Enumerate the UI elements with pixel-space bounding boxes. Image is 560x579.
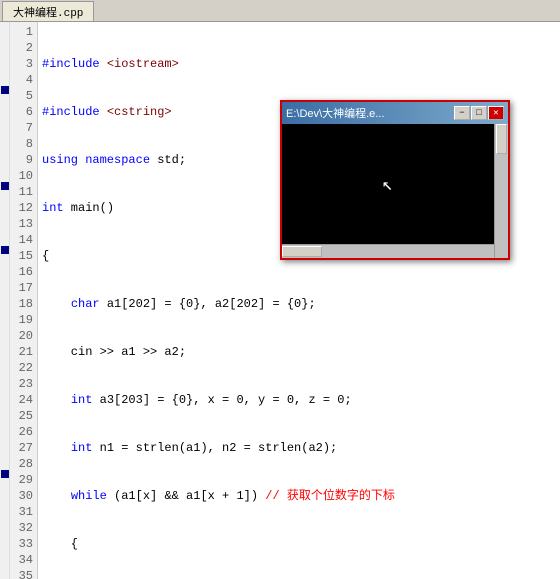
line-num-22: 22: [14, 360, 33, 376]
line-num-4: 4: [14, 72, 33, 88]
cursor-arrow: ↖: [382, 174, 393, 196]
line-num-13: 13: [14, 216, 33, 232]
line-num-11: 11: [14, 184, 33, 200]
marker-3: [1, 246, 9, 254]
editor-area: 1 2 3 4 5 6 7 8 9 10 11 12 13 14 15 16 1…: [0, 22, 560, 579]
line-num-32: 32: [14, 520, 33, 536]
maximize-icon: □: [476, 108, 481, 118]
code-line-6: char a1[202] = {0}, a2[202] = {0};: [42, 296, 556, 312]
line-num-30: 30: [14, 488, 33, 504]
code-line-8: int a3[203] = {0}, x = 0, y = 0, z = 0;: [42, 392, 556, 408]
line-num-16: 16: [14, 264, 33, 280]
file-tab[interactable]: 大神编程.cpp: [2, 1, 94, 21]
marker-4: [1, 470, 9, 478]
line-num-31: 31: [14, 504, 33, 520]
line-num-8: 8: [14, 136, 33, 152]
line-num-33: 33: [14, 536, 33, 552]
tab-label: 大神编程.cpp: [13, 4, 83, 20]
line-num-26: 26: [14, 424, 33, 440]
line-num-21: 21: [14, 344, 33, 360]
maximize-button[interactable]: □: [471, 106, 487, 120]
marker-1: [1, 86, 9, 94]
line-num-27: 27: [14, 440, 33, 456]
marker-2: [1, 182, 9, 190]
tab-bar: 大神编程.cpp: [0, 0, 560, 22]
line-num-3: 3: [14, 56, 33, 72]
line-num-12: 12: [14, 200, 33, 216]
minimize-icon: −: [459, 108, 464, 118]
line-num-2: 2: [14, 40, 33, 56]
scroll-thumb-vertical[interactable]: [496, 124, 507, 154]
line-num-7: 7: [14, 120, 33, 136]
line-num-34: 34: [14, 552, 33, 568]
code-line-9: int n1 = strlen(a1), n2 = strlen(a2);: [42, 440, 556, 456]
code-line-7: cin >> a1 >> a2;: [42, 344, 556, 360]
line-numbers: 1 2 3 4 5 6 7 8 9 10 11 12 13 14 15 16 1…: [10, 22, 38, 579]
float-title-buttons: − □ ✕: [454, 106, 504, 120]
close-icon: ✕: [493, 108, 498, 118]
line-num-29: 29: [14, 472, 33, 488]
code-line-11: {: [42, 536, 556, 552]
line-num-35: 35: [14, 568, 33, 579]
vertical-scrollbar[interactable]: [494, 124, 508, 258]
line-num-17: 17: [14, 280, 33, 296]
line-num-14: 14: [14, 232, 33, 248]
line-num-1: 1: [14, 24, 33, 40]
close-button[interactable]: ✕: [488, 106, 504, 120]
float-console-window[interactable]: E:\Dev\大神编程.e... − □ ✕ ↖: [280, 100, 510, 260]
line-num-24: 24: [14, 392, 33, 408]
float-title-text: E:\Dev\大神编程.e...: [286, 105, 454, 121]
float-body: ↖: [282, 124, 508, 258]
float-titlebar: E:\Dev\大神编程.e... − □ ✕: [282, 102, 508, 124]
line-num-19: 19: [14, 312, 33, 328]
line-num-20: 20: [14, 328, 33, 344]
line-num-15: 15: [14, 248, 33, 264]
sidebar-markers: [0, 22, 10, 579]
line-num-5: 5: [14, 88, 33, 104]
horizontal-scrollbar[interactable]: [282, 244, 494, 258]
line-num-9: 9: [14, 152, 33, 168]
code-line-10: while (a1[x] && a1[x + 1]) // 获取个位数字的下标: [42, 488, 556, 504]
main-window: 大神编程.cpp 1 2 3 4 5 6 7 8 9 10 11 12 13 1…: [0, 0, 560, 579]
line-num-28: 28: [14, 456, 33, 472]
line-num-10: 10: [14, 168, 33, 184]
minimize-button[interactable]: −: [454, 106, 470, 120]
code-line-1: #include <iostream>: [42, 56, 556, 72]
scroll-thumb-horizontal[interactable]: [282, 246, 322, 257]
line-num-25: 25: [14, 408, 33, 424]
line-num-6: 6: [14, 104, 33, 120]
line-num-23: 23: [14, 376, 33, 392]
line-num-18: 18: [14, 296, 33, 312]
